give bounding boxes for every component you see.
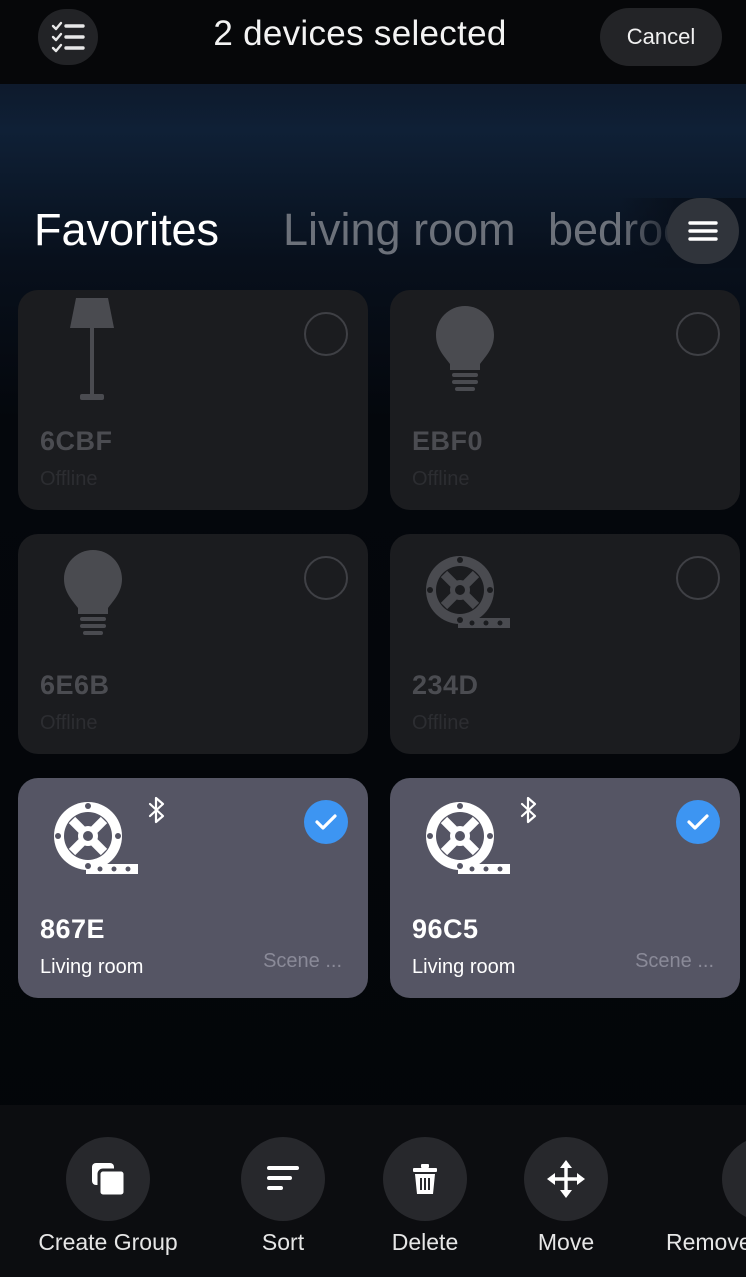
led-strip-icon xyxy=(426,556,510,628)
device-name: 6E6B xyxy=(40,670,110,700)
led-strip-icon xyxy=(426,802,510,874)
remove-button-circle[interactable] xyxy=(722,1137,746,1221)
tab-favorites[interactable]: Favorites xyxy=(34,204,219,256)
cancel-button[interactable]: Cancel xyxy=(600,8,722,66)
screen: 2 devices selected Cancel Favorites Livi… xyxy=(0,0,746,1277)
bluetooth-icon xyxy=(148,796,165,824)
device-name: 96C5 xyxy=(412,914,479,944)
move-button-circle[interactable] xyxy=(524,1137,608,1221)
device-status: Offline xyxy=(40,468,98,490)
tab-living-room[interactable]: Living room xyxy=(283,204,516,256)
top-bar: 2 devices selected Cancel xyxy=(0,0,746,84)
create-group-button-circle[interactable] xyxy=(66,1137,150,1221)
device-room: Living room xyxy=(40,956,144,978)
move-icon xyxy=(547,1160,585,1198)
select-checkbox[interactable] xyxy=(304,312,348,356)
select-checkbox[interactable] xyxy=(304,556,348,600)
bluetooth-icon xyxy=(520,796,537,824)
create-group-label: Create Group xyxy=(38,1229,178,1255)
delete-label: Delete xyxy=(391,1229,459,1255)
sort-label: Sort xyxy=(261,1229,305,1255)
sort-button[interactable]: Sort xyxy=(203,1137,363,1267)
device-card-867e[interactable]: 867E Living room Scene ... xyxy=(18,778,368,998)
led-strip-icon xyxy=(54,802,138,874)
device-status: Offline xyxy=(40,712,98,734)
device-card-6e6b[interactable]: 6E6B Offline xyxy=(18,534,368,754)
create-group-icon xyxy=(92,1163,127,1198)
device-status: Offline xyxy=(412,468,470,490)
remove-button[interactable]: Remove xyxy=(646,1137,746,1267)
device-card-6cbf[interactable]: 6CBF Offline xyxy=(18,290,368,510)
device-name: 234D xyxy=(412,670,479,700)
device-name: 867E xyxy=(40,914,106,944)
hamburger-menu-icon xyxy=(688,221,718,241)
device-name: 6CBF xyxy=(40,426,113,456)
create-group-button[interactable]: Create Group xyxy=(28,1137,188,1267)
sort-button-circle[interactable] xyxy=(241,1137,325,1221)
delete-button-circle[interactable] xyxy=(383,1137,467,1221)
select-checkbox[interactable] xyxy=(676,312,720,356)
delete-button[interactable]: Delete xyxy=(345,1137,505,1267)
device-room: Living room xyxy=(412,956,516,978)
tabs-menu-button[interactable] xyxy=(667,198,739,264)
device-scene[interactable]: Scene ... xyxy=(263,950,342,973)
device-status: Offline xyxy=(412,712,470,734)
device-card-ebf0[interactable]: EBF0 Offline xyxy=(390,290,740,510)
device-name: EBF0 xyxy=(412,426,484,456)
bulb-icon xyxy=(436,306,494,391)
trash-icon xyxy=(413,1164,437,1194)
select-checkbox[interactable] xyxy=(676,556,720,600)
floor-lamp-icon xyxy=(70,298,114,400)
device-card-96c5[interactable]: 96C5 Living room Scene ... xyxy=(390,778,740,998)
device-card-234d[interactable]: 234D Offline xyxy=(390,534,740,754)
checkmark-icon xyxy=(315,814,337,830)
sort-icon xyxy=(267,1166,299,1190)
checkmark-icon xyxy=(687,814,709,830)
device-scene[interactable]: Scene ... xyxy=(635,950,714,973)
bulb-icon xyxy=(64,550,122,635)
room-tabs: Favorites Living room bedroom xyxy=(0,198,746,268)
select-checkbox-checked[interactable] xyxy=(676,800,720,844)
select-checkbox-checked[interactable] xyxy=(304,800,348,844)
move-button[interactable]: Move xyxy=(486,1137,646,1267)
move-label: Move xyxy=(537,1229,595,1255)
remove-label: Remove xyxy=(666,1229,746,1255)
